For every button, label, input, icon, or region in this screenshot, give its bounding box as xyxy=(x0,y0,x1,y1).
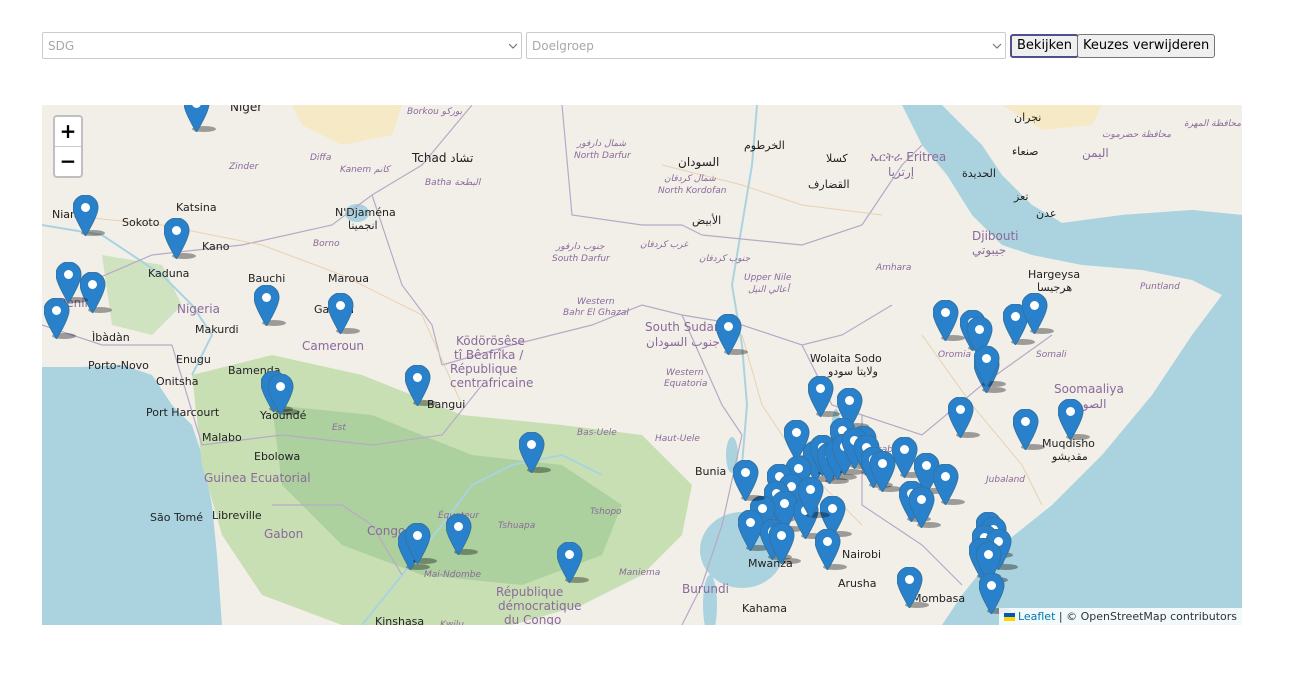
map-marker[interactable] xyxy=(72,194,105,238)
map-marker[interactable] xyxy=(947,396,980,440)
map[interactable]: Niger Borkou بوركو Tchad تشاد Zinder Dif… xyxy=(42,105,1242,625)
map-marker[interactable] xyxy=(1021,292,1055,335)
map-marker[interactable] xyxy=(896,566,929,609)
map-pin-icon xyxy=(404,364,438,407)
map-pin-icon xyxy=(1012,408,1045,451)
map-pin-icon xyxy=(732,459,766,503)
map-marker[interactable] xyxy=(327,292,361,335)
map-pin-icon xyxy=(163,217,197,261)
zoom-out-button[interactable]: − xyxy=(55,147,81,176)
doelgroep-select[interactable]: Doelgroep xyxy=(526,32,1006,59)
osm-attribution-text: | © OpenStreetMap contributors xyxy=(1058,610,1237,623)
chevron-down-icon xyxy=(992,43,1002,49)
map-marker[interactable] xyxy=(908,486,942,529)
map-marker[interactable] xyxy=(404,522,438,565)
map-marker[interactable] xyxy=(1012,408,1045,451)
map-marker[interactable] xyxy=(715,313,749,356)
sdg-placeholder: SDG xyxy=(48,39,75,53)
map-pin-icon xyxy=(518,431,551,474)
map-pin-icon xyxy=(715,313,749,356)
map-pin-icon xyxy=(556,541,590,585)
map-pin-icon xyxy=(797,476,831,520)
map-marker[interactable] xyxy=(807,375,840,419)
map-pin-icon xyxy=(814,528,848,571)
sdg-select[interactable]: SDG xyxy=(42,32,522,59)
map-pin-icon xyxy=(404,522,438,565)
map-marker[interactable] xyxy=(932,299,966,343)
map-pin-icon xyxy=(43,297,76,341)
zoom-control: + − xyxy=(53,115,83,178)
map-marker[interactable] xyxy=(556,541,590,585)
ukraine-flag-icon xyxy=(1003,613,1015,621)
map-pin-icon xyxy=(445,513,479,556)
map-pin-icon xyxy=(973,345,1007,388)
map-pin-icon xyxy=(1057,398,1091,442)
map-marker[interactable] xyxy=(55,261,88,305)
clear-choices-button[interactable]: Keuzes verwijderen xyxy=(1077,34,1216,58)
map-marker[interactable] xyxy=(445,513,479,556)
map-pin-icon xyxy=(327,292,361,335)
map-attribution: Leaflet | © OpenStreetMap contributors xyxy=(998,608,1242,625)
leaflet-link[interactable]: Leaflet xyxy=(1018,610,1055,623)
map-marker[interactable] xyxy=(973,345,1007,388)
map-marker[interactable] xyxy=(732,459,766,503)
map-marker[interactable] xyxy=(183,105,216,133)
map-tiles[interactable] xyxy=(42,105,1242,625)
map-pin-icon xyxy=(947,396,980,440)
map-pin-icon xyxy=(896,566,929,609)
zoom-in-button[interactable]: + xyxy=(55,117,81,147)
map-pin-icon xyxy=(72,194,105,238)
map-pin-icon xyxy=(55,261,88,305)
view-button[interactable]: Bekijken xyxy=(1010,34,1079,58)
map-pin-icon xyxy=(908,486,942,529)
map-marker[interactable] xyxy=(163,217,197,261)
map-marker[interactable] xyxy=(814,528,848,571)
map-marker[interactable] xyxy=(253,284,286,327)
map-pin-icon xyxy=(183,105,216,133)
map-marker[interactable] xyxy=(768,522,802,565)
map-marker[interactable] xyxy=(404,364,438,407)
map-marker[interactable] xyxy=(43,297,76,341)
map-pin-icon xyxy=(253,284,286,327)
map-marker[interactable] xyxy=(1057,398,1091,442)
map-marker[interactable] xyxy=(267,373,301,417)
doelgroep-placeholder: Doelgroep xyxy=(532,39,594,53)
chevron-down-icon xyxy=(508,43,518,49)
map-pin-icon xyxy=(267,373,301,417)
map-pin-icon xyxy=(1021,292,1055,335)
filter-bar: SDG Doelgroep Bekijken Keuzes verwijdere… xyxy=(42,32,1242,61)
map-marker[interactable] xyxy=(797,476,831,520)
map-marker[interactable] xyxy=(518,431,551,474)
